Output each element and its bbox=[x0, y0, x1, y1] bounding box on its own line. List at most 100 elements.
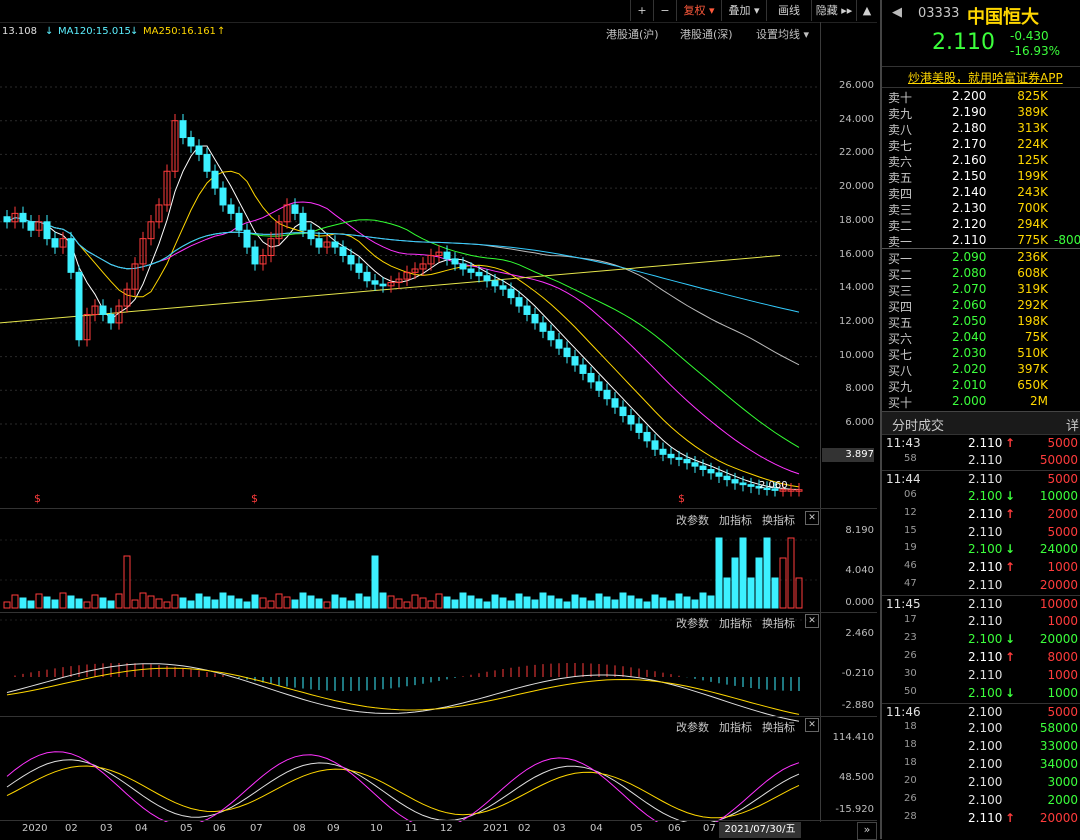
trade-volume: 1000 bbox=[1047, 667, 1078, 682]
asks-volume: 294K bbox=[1017, 217, 1048, 231]
volume-bar bbox=[443, 596, 451, 609]
trade-row: 06 2.100 ↓ 10000 bbox=[882, 488, 1080, 506]
trade-row: 11:45 2.110 10000 bbox=[882, 595, 1080, 614]
volume-bar bbox=[283, 596, 291, 609]
volume-bar bbox=[51, 599, 59, 609]
broker-ad-link[interactable]: 炒港美股，就用哈富证券APP bbox=[908, 69, 1063, 86]
trade-row: 30 2.110 1000 bbox=[882, 667, 1080, 685]
fuquan-dropdown[interactable]: 复权 ▾ bbox=[676, 0, 721, 21]
current-price: 2.110 bbox=[932, 30, 995, 55]
volume-bar bbox=[707, 595, 715, 609]
trade-price: 2.100 bbox=[968, 685, 1003, 700]
volume-bar bbox=[731, 557, 739, 609]
kdj-axis-label: 48.500 bbox=[839, 772, 874, 783]
trades-detail-button[interactable]: 详 bbox=[1066, 415, 1079, 434]
trade-price: 2.100 bbox=[968, 631, 1003, 646]
bids-row: 买一 2.090 236K bbox=[888, 250, 1080, 266]
overlay-dropdown[interactable]: 叠加 ▾ bbox=[721, 0, 766, 21]
main-axis-label: 12.000 bbox=[839, 315, 874, 327]
volume-bar bbox=[547, 595, 555, 609]
kdj-param-button[interactable]: 改参数 bbox=[676, 719, 709, 735]
kdj-add-indicator-button[interactable]: 加指标 bbox=[719, 719, 752, 735]
bids-level-label: 买十 bbox=[888, 396, 913, 410]
volume-bar bbox=[227, 595, 235, 609]
volume-bar bbox=[395, 598, 403, 609]
kdj-swap-indicator-button[interactable]: 换指标 bbox=[762, 719, 795, 735]
main-axis-label: 6.000 bbox=[845, 417, 874, 428]
asks-volume: 313K bbox=[1017, 121, 1048, 135]
volume-bar bbox=[451, 599, 459, 609]
bids-price: 2.010 bbox=[952, 378, 987, 392]
asks-level-label: 卖二 bbox=[888, 219, 913, 233]
macd-axis-label: -0.210 bbox=[841, 668, 874, 679]
candle-body bbox=[675, 457, 683, 460]
candle-body bbox=[379, 283, 387, 287]
candle-body bbox=[667, 453, 675, 459]
macd-swap-indicator-button[interactable]: 换指标 bbox=[762, 615, 795, 631]
candle-body bbox=[491, 280, 499, 287]
trade-volume: 50000 bbox=[1039, 452, 1078, 467]
volume-bar bbox=[627, 595, 635, 609]
volume-bar bbox=[195, 593, 203, 609]
volume-bar bbox=[483, 601, 491, 609]
volume-bar bbox=[651, 594, 659, 609]
volume-bar bbox=[147, 595, 155, 609]
bids-price: 2.020 bbox=[952, 362, 987, 376]
trade-row: 28 2.110 ↑ 20000 bbox=[882, 810, 1080, 828]
macd-add-indicator-button[interactable]: 加指标 bbox=[719, 615, 752, 631]
volume-param-button[interactable]: 改参数 bbox=[676, 512, 709, 528]
draw-line-button[interactable]: 画线 bbox=[766, 0, 811, 21]
volume-swap-indicator-button[interactable]: 换指标 bbox=[762, 512, 795, 528]
candle-body bbox=[483, 275, 491, 282]
hide-panel-button[interactable]: 隐藏 ▸▸ bbox=[811, 0, 856, 21]
volume-bar bbox=[371, 555, 379, 609]
asks-price: 2.170 bbox=[952, 137, 987, 151]
scroll-right-arrow-icon[interactable]: » bbox=[857, 822, 877, 840]
bids-level-label: 买二 bbox=[888, 268, 913, 282]
volume-bar bbox=[787, 537, 795, 609]
volume-add-indicator-button[interactable]: 加指标 bbox=[719, 512, 752, 528]
volume-bar bbox=[635, 598, 643, 609]
scroll-up-arrow-icon[interactable]: ▲ bbox=[856, 0, 877, 21]
down-arrow-icon: ↓ bbox=[1005, 631, 1016, 646]
zoom-in-button[interactable]: + bbox=[630, 0, 653, 21]
up-arrow-icon: ↑ bbox=[1005, 810, 1016, 825]
volume-bar bbox=[659, 597, 667, 609]
volume-bar bbox=[795, 577, 803, 609]
candle-body bbox=[571, 356, 579, 366]
bids-level-label: 买一 bbox=[888, 252, 913, 266]
asks-price: 2.150 bbox=[952, 169, 987, 183]
volume-bar bbox=[59, 592, 67, 609]
asks-row: 卖四 2.140 243K bbox=[888, 185, 1080, 201]
time-axis-label: 06 bbox=[213, 823, 226, 834]
asks-level-label: 卖八 bbox=[888, 123, 913, 137]
macd-param-button[interactable]: 改参数 bbox=[676, 615, 709, 631]
kdj-k-line bbox=[6, 759, 800, 822]
candle-body bbox=[659, 448, 667, 455]
trade-row: 20 2.100 3000 bbox=[882, 774, 1080, 792]
macd-close-icon[interactable]: ✕ bbox=[805, 614, 819, 628]
volume-bar bbox=[131, 599, 139, 609]
kdj-panel-divider bbox=[0, 716, 877, 717]
trade-volume: 2000 bbox=[1047, 793, 1078, 807]
trade-volume: 33000 bbox=[1039, 739, 1078, 754]
candle-body bbox=[187, 137, 195, 147]
volume-bar bbox=[579, 597, 587, 609]
volume-close-icon[interactable]: ✕ bbox=[805, 511, 819, 525]
chart-toolbar: + − 复权 ▾ 叠加 ▾ 画线 隐藏 ▸▸ ▲ bbox=[0, 0, 877, 23]
asks-row: 卖十 2.200 825K bbox=[888, 89, 1080, 105]
trade-time: 11:43 bbox=[886, 436, 921, 450]
trade-price: 2.100 bbox=[968, 739, 1003, 754]
kdj-close-icon[interactable]: ✕ bbox=[805, 718, 819, 732]
volume-bar bbox=[179, 597, 187, 609]
candle-body bbox=[291, 204, 299, 214]
volume-bar bbox=[107, 600, 115, 609]
bids-volume: 198K bbox=[1017, 314, 1048, 328]
x-axis-divider bbox=[0, 820, 877, 821]
ma-line bbox=[6, 201, 800, 475]
asks-volume: 389K bbox=[1017, 105, 1048, 119]
percent-change: -16.93% bbox=[1010, 44, 1061, 58]
trades-title: 分时成交 bbox=[892, 419, 945, 434]
zoom-out-button[interactable]: − bbox=[653, 0, 676, 21]
prev-stock-arrow-icon[interactable]: ◀ bbox=[892, 5, 902, 20]
